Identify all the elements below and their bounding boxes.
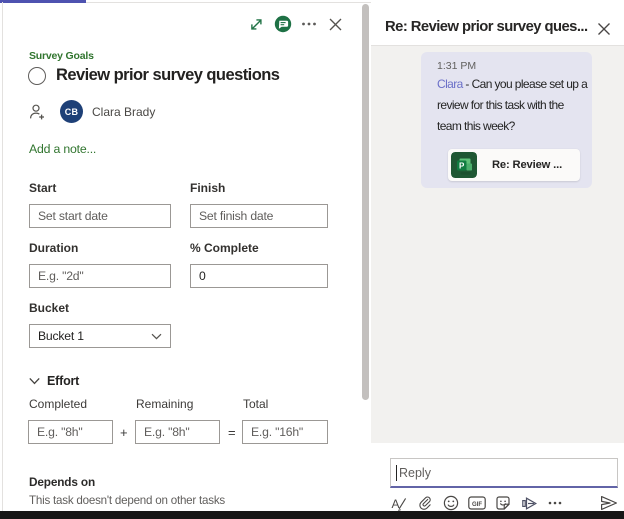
task-detail-panel: Survey Goals Review prior survey questio…	[3, 3, 371, 511]
start-label: Start	[29, 181, 56, 195]
text-caret	[396, 465, 397, 481]
depends-on-label: Depends on	[29, 475, 95, 489]
svg-text:P: P	[459, 162, 465, 171]
person-add-icon[interactable]	[28, 103, 46, 121]
breadcrumb[interactable]: Survey Goals	[29, 50, 94, 62]
chat-title: Re: Review prior survey ques...	[385, 19, 593, 35]
equals-sign: =	[228, 425, 236, 440]
more-compose-button[interactable]	[546, 494, 564, 512]
compose-toolbar: A	[390, 494, 618, 512]
more-options-button[interactable]	[299, 14, 319, 34]
duration-input[interactable]: E.g. "2d"	[29, 264, 171, 288]
percent-complete-input[interactable]: 0	[190, 264, 328, 288]
percent-complete-label: % Complete	[190, 241, 259, 255]
project-app-icon: P	[451, 152, 477, 178]
svg-text:GIF: GIF	[472, 502, 482, 508]
svg-text:A: A	[391, 497, 399, 511]
message-sender-link[interactable]: Clara	[437, 77, 463, 91]
task-complete-checkbox[interactable]	[28, 67, 46, 85]
duration-label: Duration	[29, 241, 78, 255]
message-timestamp: 1:31 PM	[437, 60, 476, 72]
stream-button[interactable]	[520, 494, 538, 512]
reply-placeholder: Reply	[399, 466, 431, 480]
completed-label: Completed	[29, 397, 87, 411]
chevron-down-icon	[151, 333, 162, 340]
task-title-row: Review prior survey questions	[28, 66, 279, 85]
finish-date-placeholder: Set finish date	[199, 209, 273, 223]
compose-area: Reply A	[371, 443, 624, 511]
task-link-card[interactable]: P Re: Review ...	[448, 149, 580, 181]
effort-section-toggle[interactable]: Effort	[29, 374, 79, 388]
bucket-select[interactable]: Bucket 1	[29, 324, 171, 348]
scrollbar-thumb[interactable]	[362, 4, 369, 400]
start-date-input[interactable]: Set start date	[29, 204, 171, 228]
add-note-link[interactable]: Add a note...	[29, 142, 96, 156]
finish-date-input[interactable]: Set finish date	[190, 204, 328, 228]
effort-completed-placeholder: E.g. "8h"	[37, 425, 82, 439]
format-icon: A	[391, 495, 408, 512]
stream-icon	[521, 495, 538, 512]
effort-total-input[interactable]: E.g. "16h"	[242, 420, 328, 444]
effort-completed-input[interactable]: E.g. "8h"	[28, 420, 113, 444]
task-title[interactable]: Review prior survey questions	[56, 66, 279, 85]
paperclip-icon	[417, 495, 433, 511]
assignee-row: CB Clara Brady	[28, 100, 155, 123]
open-chat-button[interactable]	[273, 14, 293, 34]
start-date-placeholder: Set start date	[38, 209, 108, 223]
chat-panel: Re: Review prior survey ques... 1:31 PM …	[371, 0, 624, 511]
reply-input[interactable]: Reply	[390, 458, 618, 488]
ellipsis-icon	[547, 495, 563, 511]
emoji-button[interactable]	[442, 494, 460, 512]
chat-bubble-icon	[274, 15, 292, 33]
sticker-icon	[495, 495, 511, 511]
task-card-title: Re: Review ...	[492, 159, 562, 171]
assignee-name[interactable]: Clara Brady	[92, 105, 155, 119]
gif-icon: GIF	[468, 495, 486, 511]
remaining-label: Remaining	[136, 397, 193, 411]
taskbar-strip	[0, 511, 624, 519]
avatar[interactable]: CB	[60, 100, 83, 123]
depends-on-text: This task doesn't depend on other tasks	[29, 494, 225, 507]
sticker-button[interactable]	[494, 494, 512, 512]
close-icon	[597, 22, 611, 36]
close-task-button[interactable]	[326, 14, 346, 34]
effort-section-label: Effort	[47, 374, 79, 388]
close-icon	[328, 17, 343, 32]
effort-remaining-input[interactable]: E.g. "8h"	[135, 420, 220, 444]
effort-remaining-placeholder: E.g. "8h"	[144, 425, 189, 439]
emoji-icon	[443, 495, 459, 511]
teams-window: Survey Goals Review prior survey questio…	[0, 0, 624, 519]
format-button[interactable]: A	[390, 494, 408, 512]
chat-header: Re: Review prior survey ques...	[371, 0, 624, 46]
effort-total-placeholder: E.g. "16h"	[251, 425, 303, 439]
expand-button[interactable]	[246, 14, 266, 34]
chevron-down-icon	[29, 377, 40, 385]
gif-button[interactable]: GIF	[468, 494, 486, 512]
plus-sign: +	[120, 425, 128, 440]
message-separator: -	[463, 77, 472, 91]
task-toolbar	[246, 13, 346, 35]
bucket-value: Bucket 1	[38, 329, 84, 343]
ellipsis-icon	[301, 16, 317, 32]
chat-message-bubble: 1:31 PM Clara - Can you please set up a …	[421, 52, 592, 188]
percent-complete-value: 0	[199, 269, 206, 283]
message-text: Clara - Can you please set up a review f…	[437, 74, 590, 137]
send-button[interactable]	[600, 494, 618, 512]
close-chat-button[interactable]	[595, 20, 613, 38]
duration-placeholder: E.g. "2d"	[38, 269, 83, 283]
expand-icon	[249, 17, 264, 32]
finish-label: Finish	[190, 181, 225, 195]
total-label: Total	[243, 397, 268, 411]
attach-button[interactable]	[416, 494, 434, 512]
bucket-label: Bucket	[29, 301, 69, 315]
send-icon	[600, 495, 618, 511]
